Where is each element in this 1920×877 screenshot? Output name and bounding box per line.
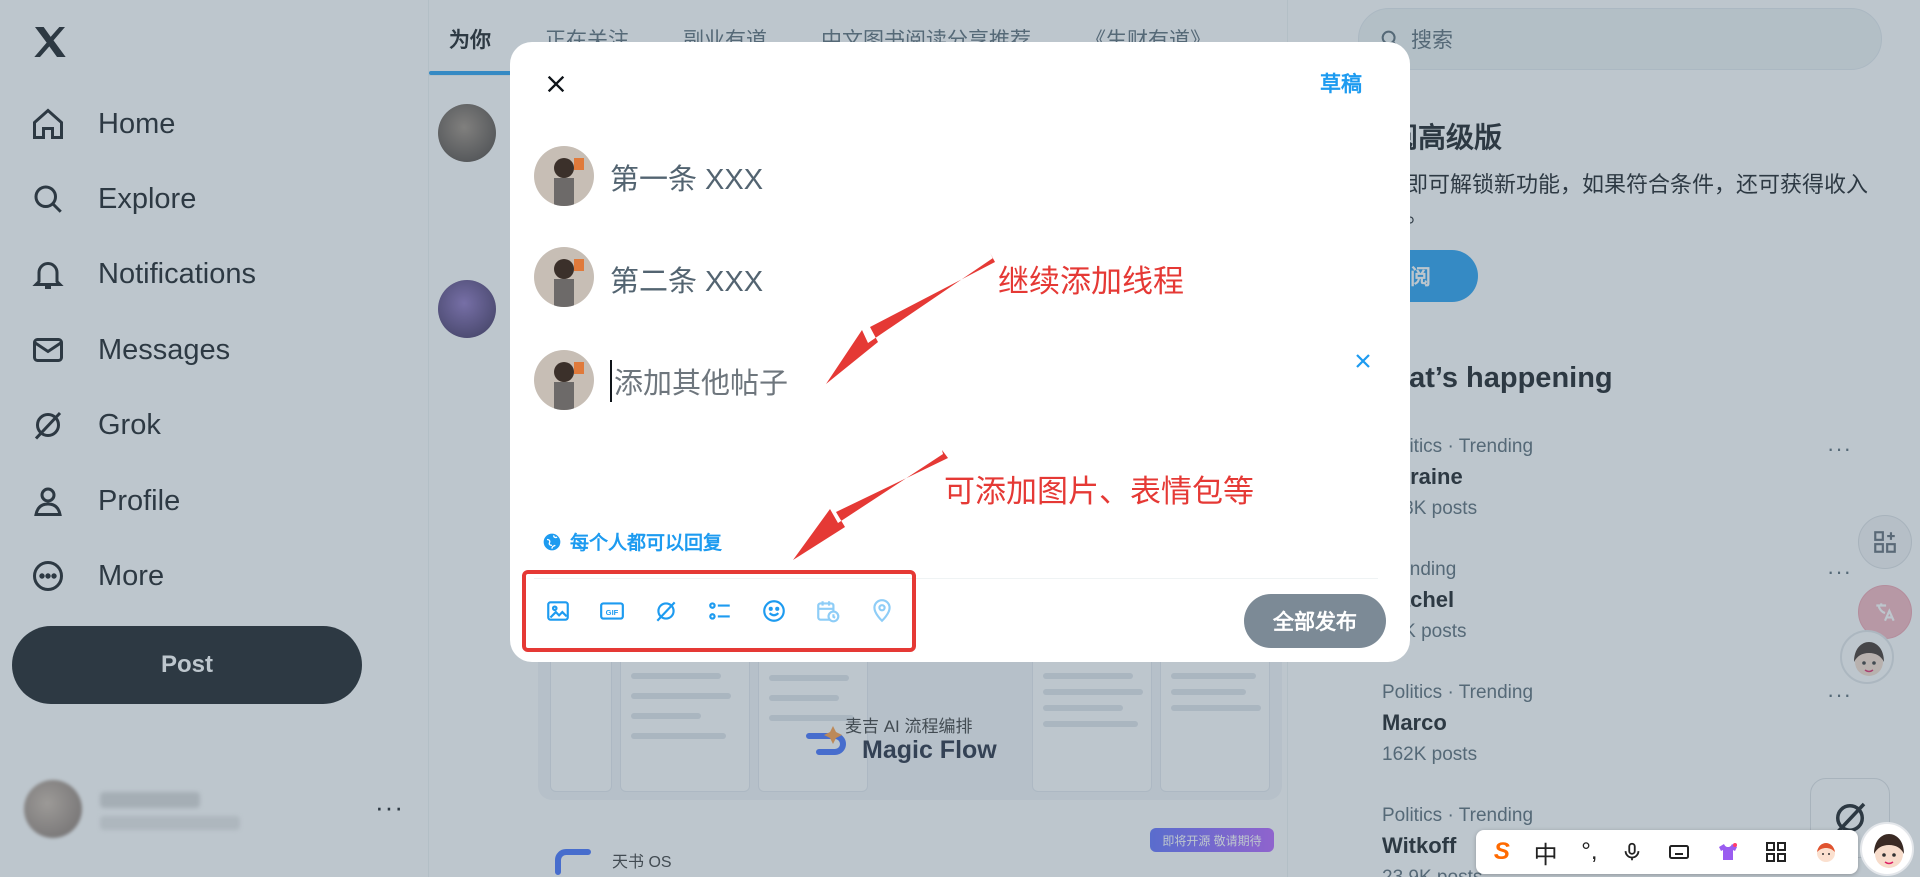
ime-logo-icon[interactable]: S: [1494, 838, 1510, 866]
shirt-icon[interactable]: [1715, 840, 1741, 864]
ime-punctuation-mode[interactable]: °,: [1581, 838, 1597, 866]
annotation-thread: 继续添加线程: [998, 264, 1184, 299]
arrow-to-new-post: [826, 253, 995, 384]
assistant-avatar-icon[interactable]: [1860, 822, 1914, 876]
grid-icon[interactable]: [1764, 840, 1788, 864]
mic-icon[interactable]: [1621, 840, 1643, 864]
ime-chinese-mode[interactable]: 中: [1534, 835, 1558, 870]
keyboard-icon[interactable]: [1667, 840, 1691, 864]
annotation-arrows: [793, 253, 995, 560]
avatar-icon[interactable]: [1812, 840, 1840, 864]
ime-toolbar: S 中 °,: [1476, 830, 1858, 874]
annotation-media: 可添加图片、表情包等: [944, 474, 1254, 509]
arrow-to-toolbar: [793, 450, 948, 560]
